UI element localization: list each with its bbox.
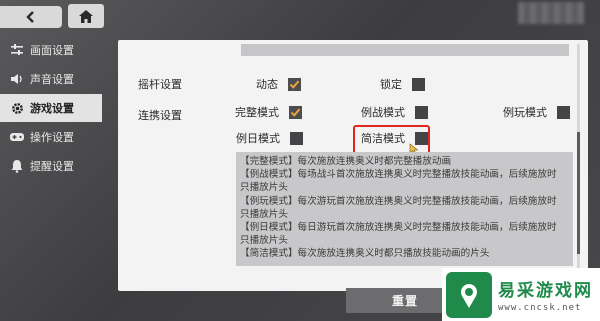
option-label: 动态 [256, 78, 278, 91]
description-line: 【例战模式】每场战斗首次施放连携奥义时完整播放技能动画，后续施放时 [240, 169, 557, 181]
option-label: 例战模式 [361, 106, 405, 119]
description-line: 只播放片头 [240, 182, 288, 194]
watermark-logo: 易采游戏网 www.cncsk.net [442, 268, 600, 321]
description-line: 【简洁模式】每次施放连携奥义时都只播放技能动画的片头 [240, 248, 490, 260]
top-bar [0, 0, 600, 34]
sidebar-item-label: 画面设置 [30, 44, 74, 57]
home-button[interactable] [68, 4, 104, 28]
joystick-option-dynamic[interactable]: 动态 [256, 76, 301, 92]
combo-option-daily[interactable]: 例日模式 [236, 130, 303, 146]
checkbox-battle[interactable] [415, 105, 428, 119]
gamepad-icon [10, 130, 24, 144]
sidebar-item-label: 提醒设置 [30, 160, 74, 173]
settings-sidebar: 画面设置 声音设置 游戏设置 操作设置 提醒设置 [0, 36, 102, 181]
watermark-url: www.cncsk.net [498, 303, 582, 313]
option-label: 完整模式 [235, 106, 279, 119]
sidebar-item-label: 操作设置 [30, 131, 74, 144]
checkbox-dynamic[interactable] [288, 77, 301, 91]
sidebar-item-sound[interactable]: 声音设置 [0, 65, 102, 93]
home-icon [79, 9, 93, 23]
description-line: 只播放片头 [240, 235, 288, 247]
bell-icon [10, 159, 24, 173]
sidebar-item-controls[interactable]: 操作设置 [0, 123, 102, 151]
watermark-badge-icon [446, 271, 492, 318]
description-line: 【例日模式】每日游玩首次施放连携奥义时完整播放技能动画，后续施放时 [240, 222, 557, 234]
back-button[interactable] [0, 6, 62, 28]
combo-option-play[interactable]: 例玩模式 [503, 104, 570, 120]
watermark-title: 易采游戏网 [498, 281, 593, 301]
combo-setting-label: 连携设置 [138, 109, 182, 122]
joystick-setting-label: 摇杆设置 [138, 78, 182, 91]
description-line: 【完整模式】每次施放连携奥义时都完整播放动画 [240, 156, 452, 167]
sidebar-item-label: 游戏设置 [30, 102, 74, 115]
panel-header-bar [241, 44, 569, 56]
speaker-icon [10, 72, 24, 86]
checkbox-full[interactable] [289, 105, 302, 119]
description-line: 【例玩模式】每次游玩首次施放连携奥义时完整播放技能动画，后续施放时 [240, 195, 557, 207]
sidebar-item-reminders[interactable]: 提醒设置 [0, 152, 102, 180]
check-icon [290, 108, 301, 117]
sliders-icon [10, 43, 24, 57]
sidebar-item-label: 声音设置 [30, 73, 74, 86]
combo-mode-description: 【完整模式】每次施放连携奥义时都完整播放动画 【例战模式】每场战斗首次施放连携奥… [236, 152, 573, 266]
sidebar-item-game[interactable]: 游戏设置 [0, 94, 102, 122]
combo-option-full[interactable]: 完整模式 [235, 104, 302, 120]
sidebar-item-display[interactable]: 画面设置 [0, 36, 102, 64]
checkbox-lock[interactable] [412, 77, 425, 91]
description-line: 只播放片头 [240, 208, 288, 220]
option-label: 例玩模式 [503, 106, 547, 119]
combo-option-battle[interactable]: 例战模式 [361, 104, 428, 120]
checkbox-play[interactable] [557, 105, 570, 119]
option-label: 例日模式 [236, 132, 280, 145]
checkbox-daily[interactable] [290, 131, 303, 145]
gear-icon [10, 101, 24, 115]
joystick-option-lock[interactable]: 锁定 [380, 76, 425, 92]
check-icon [289, 80, 300, 89]
scrollbar-thumb[interactable] [577, 132, 580, 254]
option-label: 锁定 [380, 78, 402, 91]
chevron-left-icon [26, 11, 34, 23]
blurred-decoration [518, 2, 584, 24]
